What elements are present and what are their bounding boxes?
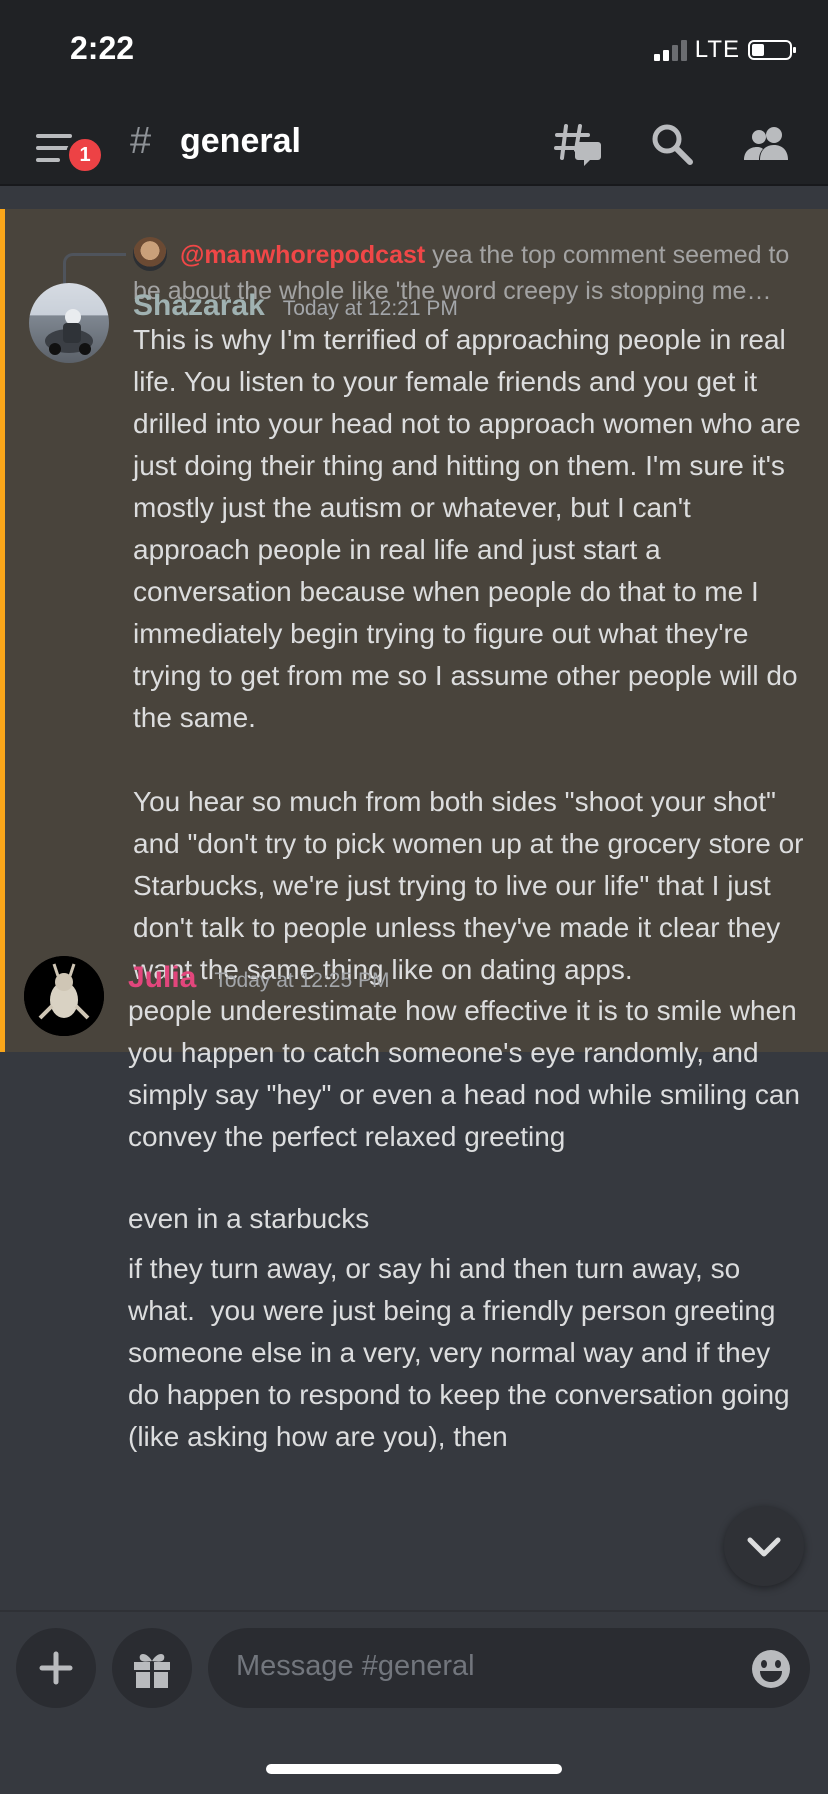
scroll-to-bottom-button[interactable] bbox=[724, 1506, 804, 1586]
message-body: This is why I'm terrified of approaching… bbox=[133, 324, 804, 985]
threads-icon[interactable] bbox=[554, 120, 602, 168]
reply-mention[interactable]: @manwhorepodcast bbox=[180, 241, 425, 269]
plus-icon bbox=[39, 1651, 73, 1685]
battery-icon bbox=[748, 40, 796, 60]
reply-avatar[interactable] bbox=[133, 237, 167, 271]
message-body: if they turn away, or say hi and then tu… bbox=[128, 1253, 798, 1452]
signal-icon bbox=[653, 39, 687, 61]
message-highlighted[interactable]: @manwhorepodcast yea the top comment see… bbox=[0, 209, 828, 1052]
avatar[interactable] bbox=[24, 956, 104, 1036]
network-label: LTE bbox=[694, 36, 740, 63]
message-body: people underestimate how effective it is… bbox=[128, 995, 808, 1152]
message-header: Shazarak Today at 12:21 PM bbox=[133, 289, 458, 323]
avatar[interactable] bbox=[29, 283, 109, 363]
members-icon[interactable] bbox=[742, 120, 790, 168]
message-body: even in a starbucks bbox=[128, 1203, 370, 1234]
gift-icon bbox=[134, 1654, 170, 1688]
username[interactable]: Shazarak bbox=[133, 289, 265, 323]
menu-button[interactable]: 1 bbox=[36, 124, 104, 174]
chevron-down-icon bbox=[747, 1537, 781, 1557]
status-indicators: LTE bbox=[653, 36, 796, 64]
message-list[interactable]: @manwhorepodcast yea the top comment see… bbox=[0, 186, 828, 1610]
add-attachment-button[interactable] bbox=[16, 1628, 96, 1708]
gift-button[interactable] bbox=[112, 1628, 192, 1708]
status-bar: 2:22 LTE bbox=[0, 0, 828, 100]
notification-badge: 1 bbox=[66, 136, 104, 174]
message-input[interactable]: Message #general bbox=[208, 1628, 810, 1708]
search-icon[interactable] bbox=[648, 120, 696, 168]
emoji-icon[interactable] bbox=[750, 1648, 792, 1690]
message-input-placeholder: Message #general bbox=[236, 1650, 475, 1682]
status-time: 2:22 bbox=[70, 30, 135, 66]
home-indicator[interactable] bbox=[266, 1764, 562, 1774]
hash-icon: # bbox=[130, 120, 152, 162]
channel-title: general bbox=[180, 122, 301, 160]
channel-header: 1 # general bbox=[0, 100, 828, 186]
timestamp: Today at 12:21 PM bbox=[282, 297, 458, 320]
